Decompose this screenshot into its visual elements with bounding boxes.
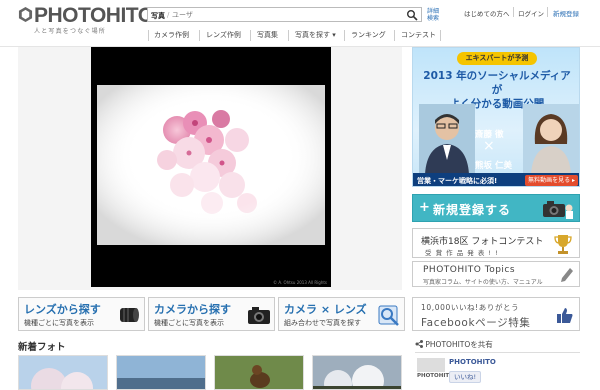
header-divider — [513, 7, 514, 17]
search-box: 写真 / — [147, 7, 422, 22]
search-icon[interactable] — [406, 9, 418, 21]
ad-speaker2: 熊坂 仁美 — [475, 161, 512, 171]
card-title: カメラから探す — [154, 303, 231, 316]
thumbs-up-icon — [557, 308, 573, 323]
fb-card-line2: Facebookページ特集 — [421, 317, 531, 329]
nav-divider — [440, 30, 441, 41]
logo-tagline: 人と写真をつなぐ場所 — [34, 28, 107, 35]
ad-pill-label: エキスパートが予測 — [457, 52, 537, 65]
facebook-feature-card[interactable]: 10,000いいね!ありがとう Facebookページ特集 — [412, 297, 580, 331]
share-title: PHOTOHITOを共有 — [415, 339, 493, 350]
nav-photo-albums[interactable]: 写真集 — [257, 29, 278, 42]
header-divider — [547, 7, 548, 17]
search-by-camera-lens-card[interactable]: カメラ × レンズ 組み合わせで写真を探す — [278, 297, 405, 331]
logo-text: PHOTOHITO — [34, 4, 154, 27]
photo-thumbnail[interactable] — [116, 355, 206, 390]
featured-photo-area: © A. Ohtsu 2013 All Rights — [18, 47, 402, 290]
nav-divider — [250, 30, 251, 41]
signup-banner[interactable]: + 新規登録する — [412, 194, 580, 222]
nav-divider — [288, 30, 289, 41]
thumbnail-image — [313, 356, 401, 389]
search-by-camera-card[interactable]: カメラから探す 機種ごとに写真を表示 — [148, 297, 275, 331]
trophy-icon — [554, 235, 572, 254]
thumbnail-image — [215, 356, 303, 389]
nav-lens-samples[interactable]: レンズ作例 — [206, 29, 241, 42]
login-link[interactable]: ログイン — [518, 8, 544, 18]
plus-icon: + — [419, 200, 430, 215]
ad-person-photo — [419, 104, 475, 174]
ad-times-mark: × — [483, 138, 495, 154]
signup-banner-text: 新規登録する — [433, 203, 512, 217]
featured-photo-frame[interactable]: © A. Ohtsu 2013 All Rights — [91, 47, 331, 287]
nav-ranking[interactable]: ランキング — [351, 29, 386, 42]
fb-card-line1: 10,000いいね!ありがとう — [421, 303, 520, 312]
first-time-link[interactable]: はじめての方へ — [464, 8, 510, 18]
share-title-text: PHOTOHITOを共有 — [425, 340, 493, 349]
card-subtitle: 機種ごとに写真を表示 — [154, 319, 224, 327]
nav-find-photos[interactable]: 写真を探す ▾ — [295, 29, 336, 42]
search-tab-separator: / — [167, 11, 170, 19]
topics-banner[interactable]: PHOTOHITO Topics 写真家コラム、サイトの使い方、マニュアル — [412, 261, 580, 287]
card-title: カメラ × レンズ — [284, 303, 367, 316]
ad-person-photo — [523, 104, 579, 174]
photo-thumbnail[interactable] — [312, 355, 402, 390]
ad-banner[interactable]: エキスパートが予測 2013 年のソーシャルメディアが よく分かる動画公開 斎藤… — [412, 47, 580, 187]
facebook-share-widget: PHOTOHITO PHOTOHITO いいね! — [415, 352, 580, 390]
nav-divider — [148, 30, 149, 41]
ad-headline-line1: 2013 年のソーシャルメディアが — [423, 70, 571, 96]
cherry-blossom-image — [97, 85, 325, 245]
topics-title: PHOTOHITO Topics — [423, 265, 516, 275]
page: PHOTOHITO 人と写真をつなぐ場所 写真 / 詳細検索 はじめての方へ ロ… — [0, 0, 600, 390]
site-header: PHOTOHITO 人と写真をつなぐ場所 写真 / 詳細検索 はじめての方へ ロ… — [0, 0, 600, 46]
card-title: レンズから探す — [24, 303, 101, 316]
ad-bottom-text: 営業・マーケ戦略に必須! — [417, 177, 498, 185]
search-by-lens-card[interactable]: レンズから探す 機種ごとに写真を表示 — [18, 297, 145, 331]
magnifier-icon — [378, 305, 399, 326]
ad-cta-button[interactable]: 無料動画を見る ▸ — [525, 175, 578, 186]
search-input[interactable] — [172, 9, 402, 20]
nav-divider — [199, 30, 200, 41]
featured-photo[interactable] — [97, 85, 325, 245]
photo-credit: © A. Ohtsu 2013 All Rights — [273, 280, 327, 285]
like-button[interactable]: いいね! — [449, 371, 482, 383]
share-icon — [415, 340, 423, 348]
topics-subtitle: 写真家コラム、サイトの使い方、マニュアル — [423, 279, 543, 286]
new-photos-title: 新着フォト — [18, 342, 66, 353]
nav-divider — [344, 30, 345, 41]
nav-contest[interactable]: コンテスト — [401, 29, 436, 42]
card-subtitle: 組み合わせで写真を探す — [284, 319, 361, 327]
nav-camera-samples[interactable]: カメラ作例 — [154, 29, 189, 42]
pen-icon — [561, 268, 573, 282]
thumbnail-image — [19, 356, 107, 389]
ad-bottom-bar: 営業・マーケ戦略に必須! 無料動画を見る ▸ — [413, 173, 579, 186]
contest-subtitle: 受 賞 作 品 発 表 ! ! — [425, 249, 499, 257]
camera-icon — [543, 201, 573, 219]
share-page-name[interactable]: PHOTOHITO — [449, 358, 496, 366]
contest-title: 横浜市18区 フォトコンテスト — [421, 237, 544, 247]
card-subtitle: 機種ごとに写真を表示 — [24, 319, 94, 327]
detail-search-link[interactable]: 詳細検索 — [427, 8, 439, 22]
contest-banner[interactable]: 横浜市18区 フォトコンテスト 受 賞 作 品 発 表 ! ! — [412, 228, 580, 258]
photo-thumbnail[interactable] — [214, 355, 304, 390]
site-logo[interactable]: PHOTOHITO 人と写真をつなぐ場所 — [18, 4, 154, 35]
nav-divider — [394, 30, 395, 41]
thumbnail-image — [117, 356, 205, 389]
logo-hexagon-icon — [18, 7, 33, 22]
search-tab-photo[interactable]: 写真 — [151, 11, 165, 21]
photo-thumbnail[interactable] — [18, 355, 108, 390]
camera-icon — [248, 307, 270, 324]
signup-link[interactable]: 新規登録 — [553, 8, 579, 18]
page-avatar — [417, 358, 445, 372]
lens-icon — [120, 308, 139, 322]
